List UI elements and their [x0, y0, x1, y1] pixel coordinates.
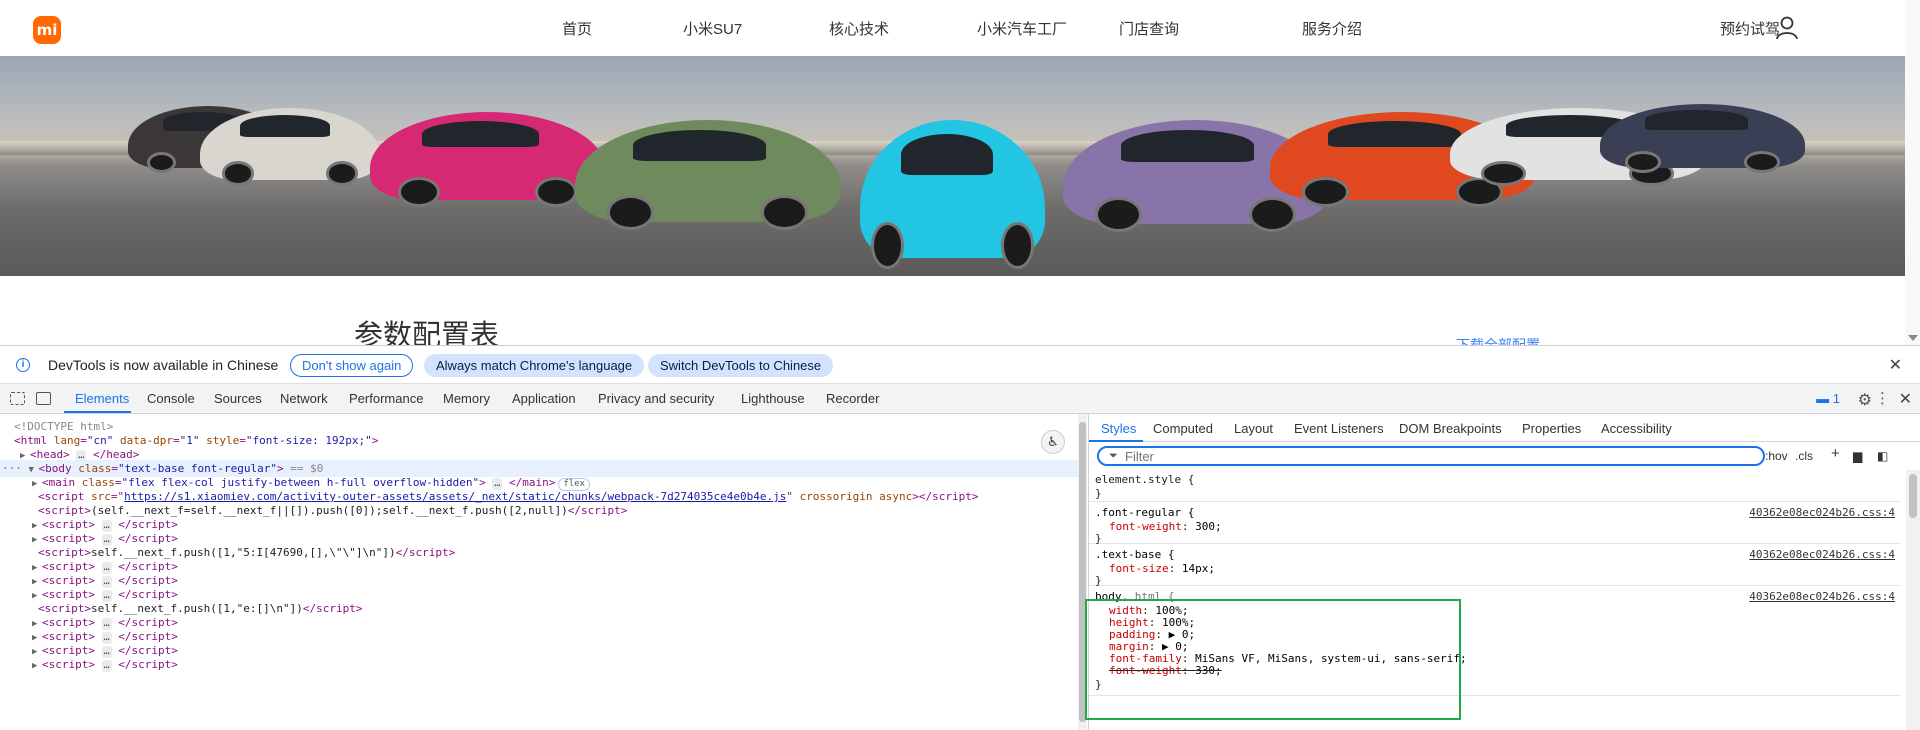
info-icon: i: [16, 358, 30, 372]
tab-properties[interactable]: Properties: [1522, 421, 1581, 436]
issues-badge[interactable]: ▬ 1: [1816, 391, 1840, 406]
tree-node-script[interactable]: ▶ <script> … </script>: [0, 656, 1078, 673]
devtools-panel: i DevTools is now available in Chinese D…: [0, 345, 1920, 730]
rule-element-style: element.style { }: [1089, 470, 1901, 502]
rule-close-brace: }: [1095, 487, 1102, 500]
tab-event-listeners[interactable]: Event Listeners: [1294, 421, 1384, 436]
css-value[interactable]: 14px;: [1182, 562, 1215, 575]
styles-scrollbar[interactable]: [1906, 470, 1920, 730]
device-toolbar-icon[interactable]: [36, 392, 51, 405]
car-image: [370, 112, 605, 208]
tab-styles[interactable]: Styles: [1101, 421, 1136, 436]
page-scrollbar[interactable]: [1905, 0, 1920, 345]
rule-text-base: .text-base { 40362e08ec024b26.css:4 font…: [1089, 544, 1901, 587]
issues-count: 1: [1832, 391, 1840, 406]
user-icon[interactable]: [1774, 15, 1800, 41]
expand-triangle-icon[interactable]: ▶: [32, 658, 42, 675]
tab-console[interactable]: Console: [147, 391, 195, 406]
tab-network[interactable]: Network: [280, 391, 328, 406]
section-title: 参数配置表: [354, 318, 500, 345]
styles-filter-box[interactable]: ⏷: [1097, 446, 1765, 466]
tab-computed[interactable]: Computed: [1153, 421, 1213, 436]
switch-to-chinese-button[interactable]: Switch DevTools to Chinese: [648, 354, 834, 377]
css-property[interactable]: font-size: [1109, 562, 1169, 575]
new-rule-icon[interactable]: +: [1831, 445, 1840, 462]
inspect-element-icon[interactable]: [10, 392, 25, 405]
tab-privacy-security[interactable]: Privacy and security: [598, 391, 714, 406]
class-toggle[interactable]: .cls: [1795, 449, 1813, 463]
gear-icon[interactable]: ⚙: [1858, 390, 1872, 410]
rule-source-link[interactable]: 40362e08ec024b26.css:4: [1749, 548, 1895, 562]
devtools-tabbar: Elements Console Sources Network Perform…: [0, 384, 1920, 414]
rule-selector[interactable]: .font-regular {: [1095, 506, 1194, 520]
website-viewport: mi 首页 小米SU7 核心技术 小米汽车工厂 门店查询 服务介绍 预约试驾 参…: [0, 0, 1920, 345]
active-subtab-indicator: [1089, 440, 1143, 442]
dont-show-again-button[interactable]: Don't show again: [290, 354, 414, 377]
message-icon: ▬: [1816, 391, 1830, 406]
tab-performance[interactable]: Performance: [349, 391, 423, 406]
nav-factory[interactable]: 小米汽车工厂: [977, 18, 1067, 39]
hover-state-toggle[interactable]: :hov: [1765, 449, 1788, 463]
rule-font-regular: .font-regular { 40362e08ec024b26.css:4 f…: [1089, 502, 1901, 545]
elements-tree: <!DOCTYPE html> <html lang="cn" data-dpr…: [0, 414, 1078, 730]
tab-memory[interactable]: Memory: [443, 391, 490, 406]
test-drive-link[interactable]: 预约试驾: [1720, 18, 1780, 39]
hero-banner-image: [0, 56, 1905, 276]
css-value[interactable]: 300;: [1195, 520, 1222, 533]
tab-recorder[interactable]: Recorder: [826, 391, 879, 406]
download-config-link[interactable]: 下载全部配置: [1456, 335, 1540, 345]
site-header: mi 首页 小米SU7 核心技术 小米汽车工厂 门店查询 服务介绍 预约试驾: [0, 0, 1920, 56]
tab-sources[interactable]: Sources: [214, 391, 262, 406]
tab-elements[interactable]: Elements: [75, 391, 129, 406]
car-image: [575, 120, 840, 231]
css-property[interactable]: font-weight: [1109, 520, 1182, 533]
styles-filter-input[interactable]: [1125, 449, 1525, 464]
more-options-icon[interactable]: ⋮: [1875, 389, 1890, 407]
nav-core-tech[interactable]: 核心技术: [829, 18, 889, 39]
mi-logo[interactable]: mi: [33, 16, 61, 44]
rule-selector[interactable]: .text-base {: [1095, 548, 1174, 562]
filter-icon: ⏷: [1109, 450, 1118, 462]
rule-selector[interactable]: element.style {: [1095, 473, 1194, 487]
close-icon[interactable]: ✕: [1889, 355, 1902, 375]
paint-icon[interactable]: ▆: [1853, 449, 1862, 463]
tab-accessibility[interactable]: Accessibility: [1601, 421, 1672, 436]
infobar-message: DevTools is now available in Chinese: [48, 357, 279, 373]
highlight-annotation-box: [1085, 599, 1461, 720]
tab-lighthouse[interactable]: Lighthouse: [741, 391, 805, 406]
scroll-down-arrow-icon[interactable]: [1908, 335, 1918, 341]
toggle-sidebar-icon[interactable]: ◧: [1877, 449, 1888, 463]
always-match-language-button[interactable]: Always match Chrome's language: [424, 354, 645, 377]
tab-application[interactable]: Application: [512, 391, 576, 406]
rule-source-link[interactable]: 40362e08ec024b26.css:4: [1749, 506, 1895, 520]
accessibility-icon[interactable]: ♿: [1041, 430, 1065, 454]
nav-home[interactable]: 首页: [562, 18, 592, 39]
nav-service[interactable]: 服务介绍: [1302, 18, 1362, 39]
tab-layout[interactable]: Layout: [1234, 421, 1273, 436]
close-devtools-icon[interactable]: ✕: [1899, 389, 1912, 409]
language-infobar: i DevTools is now available in Chinese D…: [0, 346, 1920, 384]
nav-store-lookup[interactable]: 门店查询: [1119, 18, 1179, 39]
active-tab-indicator: [64, 411, 131, 413]
tab-dom-breakpoints[interactable]: DOM Breakpoints: [1399, 421, 1502, 436]
rule-source-link[interactable]: 40362e08ec024b26.css:4: [1749, 590, 1895, 604]
collapsed-ellipsis[interactable]: …: [101, 660, 112, 672]
sidebar-tabbar: Styles Computed Layout Event Listeners D…: [1089, 414, 1920, 442]
nav-su7[interactable]: 小米SU7: [683, 18, 742, 39]
